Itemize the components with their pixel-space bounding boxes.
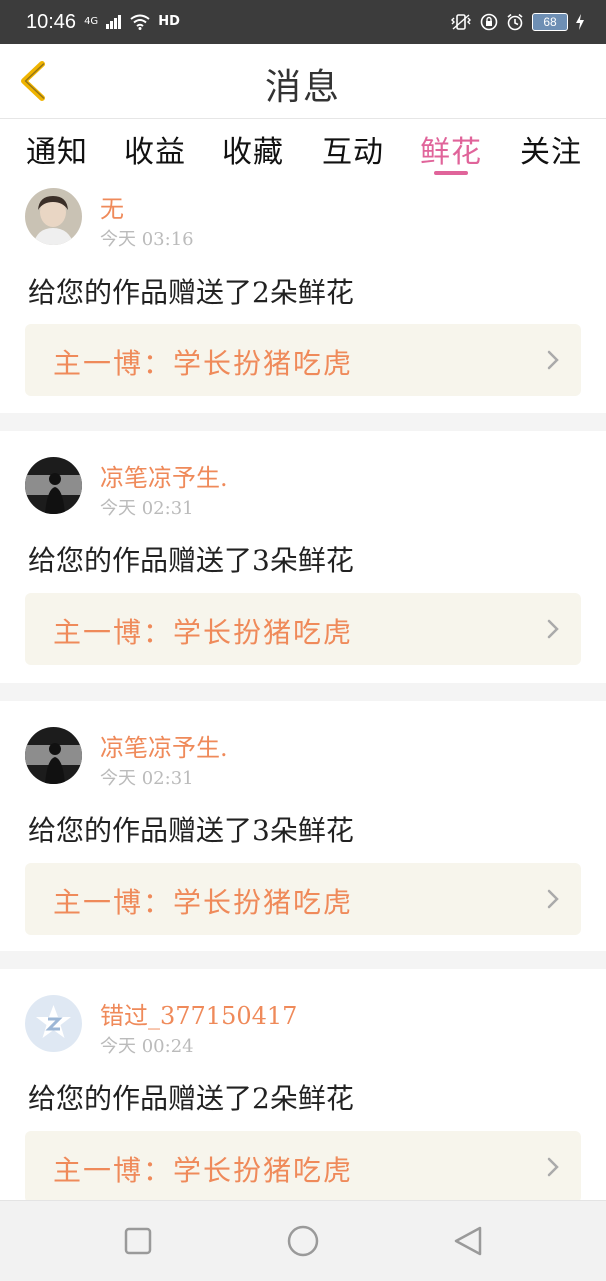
tab-notifications[interactable]: 通知 — [26, 127, 88, 171]
status-time: 10:46 — [26, 10, 77, 33]
chevron-right-icon — [547, 1157, 559, 1177]
message-time: 今天 02:31 — [100, 498, 194, 519]
avatar[interactable] — [25, 188, 82, 245]
work-link[interactable]: 主一博：学长扮猪吃虎 — [25, 1131, 581, 1203]
status-bar: 10:46 4G HD 68 — [0, 0, 606, 44]
recent-apps-button[interactable] — [120, 1223, 156, 1259]
avatar[interactable] — [25, 457, 82, 514]
work-title: 主一博：学长扮猪吃虎 — [53, 347, 354, 380]
avatar[interactable] — [25, 727, 82, 784]
chevron-right-icon — [547, 619, 559, 639]
tab-earnings[interactable]: 收益 — [124, 127, 186, 171]
page-title: 消息 — [264, 67, 341, 108]
tab-favorites[interactable]: 收藏 — [222, 127, 284, 171]
message-text: 给您的作品赠送了3朵鲜花 — [28, 544, 354, 577]
list-item: 凉笔凉予生. 今天 02:31 给您的作品赠送了3朵鲜花 主一博：学长扮猪吃虎 — [0, 701, 606, 951]
network-type: 4G — [84, 16, 99, 27]
sender-name[interactable]: 无 — [100, 189, 124, 224]
hd-badge: HD — [158, 14, 180, 29]
user-avatar-icon — [25, 457, 82, 514]
chevron-right-icon — [547, 889, 559, 909]
work-link[interactable]: 主一博：学长扮猪吃虎 — [25, 863, 581, 935]
message-text: 给您的作品赠送了2朵鲜花 — [28, 276, 354, 309]
user-avatar-icon — [25, 727, 82, 784]
work-link[interactable]: 主一博：学长扮猪吃虎 — [25, 324, 581, 396]
alarm-icon — [507, 13, 523, 31]
tab-interactions[interactable]: 互动 — [322, 127, 384, 171]
message-time: 今天 00:24 — [100, 1036, 194, 1057]
battery-level: 68 — [532, 13, 568, 31]
home-button[interactable] — [285, 1223, 321, 1259]
default-avatar-icon — [25, 995, 82, 1052]
chevron-right-icon — [547, 350, 559, 370]
charging-icon — [576, 14, 584, 30]
work-title: 主一博：学长扮猪吃虎 — [53, 886, 354, 919]
message-time: 今天 03:16 — [100, 229, 194, 250]
message-text: 给您的作品赠送了3朵鲜花 — [28, 814, 354, 847]
list-item: 凉笔凉予生. 今天 02:31 给您的作品赠送了3朵鲜花 主一博：学长扮猪吃虎 — [0, 431, 606, 683]
system-nav-bar — [0, 1200, 606, 1281]
sender-name[interactable]: 凉笔凉予生. — [100, 728, 228, 763]
active-tab-indicator — [434, 171, 468, 175]
sender-name[interactable]: 错过_377150417 — [100, 996, 297, 1031]
avatar[interactable] — [25, 995, 82, 1052]
message-text: 给您的作品赠送了2朵鲜花 — [28, 1082, 354, 1115]
wifi-icon — [130, 14, 150, 30]
list-item: 无 今天 03:16 给您的作品赠送了2朵鲜花 主一博：学长扮猪吃虎 — [0, 179, 606, 413]
message-list: 无 今天 03:16 给您的作品赠送了2朵鲜花 主一博：学长扮猪吃虎 凉笔凉予生… — [0, 179, 606, 1219]
user-avatar-icon — [25, 188, 82, 245]
back-nav-button[interactable] — [450, 1223, 486, 1259]
work-title: 主一博：学长扮猪吃虎 — [53, 616, 354, 649]
list-item: 错过_377150417 今天 00:24 给您的作品赠送了2朵鲜花 主一博：学… — [0, 969, 606, 1219]
vibrate-icon — [451, 14, 471, 30]
sender-name[interactable]: 凉笔凉予生. — [100, 458, 228, 493]
app-header: 消息 — [0, 44, 606, 119]
tab-following[interactable]: 关注 — [520, 127, 582, 171]
message-time: 今天 02:31 — [100, 768, 194, 789]
lock-rotation-icon — [480, 13, 498, 31]
work-link[interactable]: 主一博：学长扮猪吃虎 — [25, 593, 581, 665]
work-title: 主一博：学长扮猪吃虎 — [53, 1154, 354, 1187]
tab-flowers[interactable]: 鲜花 — [420, 127, 482, 171]
tab-bar: 通知 收益 收藏 互动 鲜花 关注 — [0, 119, 606, 179]
signal-icon — [106, 15, 122, 29]
